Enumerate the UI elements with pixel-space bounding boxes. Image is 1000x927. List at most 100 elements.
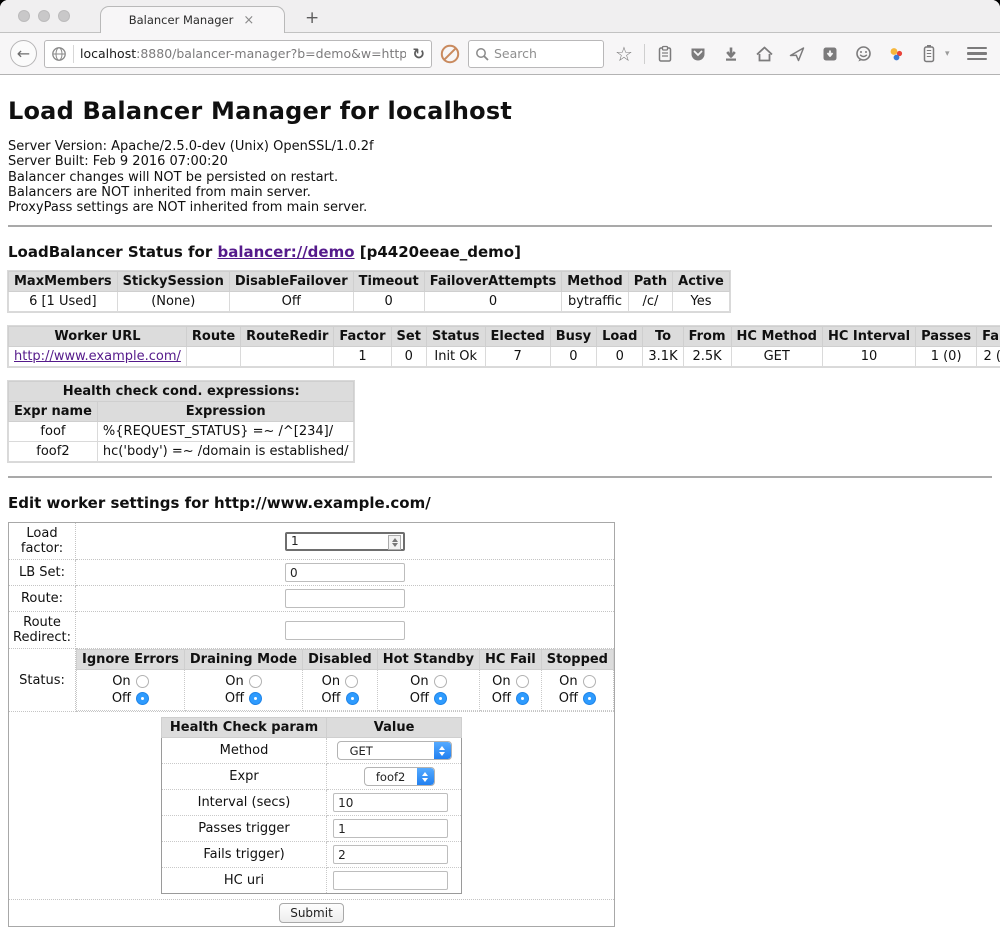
val-route [186,347,240,367]
downloads-button[interactable] [718,40,744,67]
radio-hc-fail-off[interactable] [516,692,529,705]
menu-button[interactable] [964,40,990,67]
bookmark-button[interactable]: ☆ [611,40,637,67]
radio-hc-fail-on[interactable] [516,675,529,688]
search-bar[interactable] [468,40,604,68]
page-content: Load Balancer Manager for localhost Serv… [0,75,1000,927]
val-active: Yes [673,292,730,312]
send-tab-button[interactable] [784,40,810,67]
save-page-button[interactable] [817,40,843,67]
bookmarks-menu-button[interactable] [652,40,678,67]
search-input[interactable] [494,46,584,61]
expr-row: foof2 hc('body') =~ /domain is establish… [9,442,354,462]
interval-input[interactable] [333,793,448,812]
submit-button[interactable]: Submit [279,903,344,923]
radio-draining-mode-off[interactable] [249,692,262,705]
val-load: 0 [597,347,643,367]
hc-header-row: Health Check param Value [161,718,461,738]
new-tab-button[interactable]: + [299,8,325,32]
val-path: /c/ [628,292,672,312]
load-factor-input[interactable] [285,532,405,551]
adblock-icon[interactable] [439,43,461,65]
col-routeredir: RouteRedir [241,327,334,347]
route-input[interactable] [285,589,405,608]
lb-set-input[interactable] [285,563,405,582]
server-info: Server Version: Apache/2.5.0-dev (Unix) … [8,139,992,215]
method-select[interactable]: GET [337,741,452,760]
radio-hot-standby-on[interactable] [434,675,447,688]
status-col-hc-fail: On Off [480,670,542,711]
radio-hot-standby-off[interactable] [434,692,447,705]
feedback-button[interactable] [850,40,876,67]
radio-disabled-on[interactable] [345,675,358,688]
tab-close-icon[interactable]: × [241,14,256,27]
health-expressions-table: Health check cond. expressions: Expr nam… [8,381,354,462]
hc-row-interval: Interval (secs) [161,790,461,816]
col-method: Method [562,272,628,292]
window-zoom-button[interactable] [58,10,70,22]
radio-draining-mode-on[interactable] [249,675,262,688]
radio-ignore-errors-on[interactable] [136,675,149,688]
battery-extension-button[interactable] [916,40,942,67]
off-label: Off [225,690,244,707]
window-close-button[interactable] [18,10,30,22]
status-header-row: Ignore Errors Draining Mode Disabled Hot… [77,650,614,670]
overflow-caret-icon[interactable]: ▾ [945,49,950,59]
radio-stopped-on[interactable] [583,675,596,688]
col-path: Path [628,272,672,292]
val-hc-interval: 10 [822,347,915,367]
status-col-hot-standby: On Off [377,670,479,711]
divider [8,225,992,227]
smiley-bubble-icon [854,45,873,63]
pocket-button[interactable] [685,40,711,67]
status-col-draining-mode: On Off [184,670,302,711]
val-timeout: 0 [353,292,424,312]
val-failoverattempts: 0 [424,292,562,312]
home-icon [755,45,774,63]
col-hc-interval: HC Interval [822,327,915,347]
extension-colors-button[interactable] [883,40,909,67]
url-text[interactable]: localhost:8880/balancer-manager?b=demo&w… [80,46,406,61]
val-method: bytraffic [562,292,628,312]
col-worker-url: Worker URL [9,327,187,347]
val-to: 3.1K [643,347,683,367]
globe-icon [51,46,67,62]
form-row-health-check: Health Check param Value Method GET [9,712,615,900]
balancer-header-row: MaxMembers StickySession DisableFailover… [9,272,730,292]
val-factor: 1 [334,347,391,367]
worker-data-row: http://www.example.com/ 1 0 Init Ok 7 0 … [9,347,1000,367]
reload-icon[interactable]: ↻ [412,45,425,63]
window-minimize-button[interactable] [38,10,50,22]
passes-input[interactable] [333,819,448,838]
download-arrow-icon [722,45,740,63]
home-button[interactable] [751,40,777,67]
radio-ignore-errors-off[interactable] [136,692,149,705]
radio-disabled-off[interactable] [346,692,359,705]
col-fails: Fails [977,327,1000,347]
radio-stopped-off[interactable] [583,692,596,705]
number-spinner-icon[interactable] [388,535,401,550]
expr-name-foof: foof [9,422,98,442]
col-from: From [683,327,731,347]
tile-tabs-button[interactable] [997,40,1000,67]
route-label: Route: [9,586,76,612]
address-bar[interactable]: localhost:8880/balancer-manager?b=demo&w… [44,40,432,68]
val-routeredir [241,347,334,367]
val-status: Init Ok [426,347,485,367]
edit-worker-form: Load factor: LB Set: Route: Route Redire… [8,522,615,927]
col-load: Load [597,327,643,347]
toolbar-separator [644,44,645,64]
col-set: Set [391,327,426,347]
fails-input[interactable] [333,845,448,864]
form-row-route: Route: [9,586,615,612]
tab-title: Balancer Manager [129,13,234,27]
expr-select[interactable]: foof2 [364,767,435,786]
worker-url-link[interactable]: http://www.example.com/ [14,349,181,364]
back-button[interactable]: ← [10,40,37,67]
col-disablefailover: DisableFailover [229,272,353,292]
balancer-demo-link[interactable]: balancer://demo [217,243,354,261]
hc-uri-input[interactable] [333,871,448,890]
route-redirect-input[interactable] [285,621,405,640]
tab-balancer-manager[interactable]: Balancer Manager × [100,6,285,33]
url-path: :8880/balancer-manager?b=demo&w=http://w… [136,46,406,61]
